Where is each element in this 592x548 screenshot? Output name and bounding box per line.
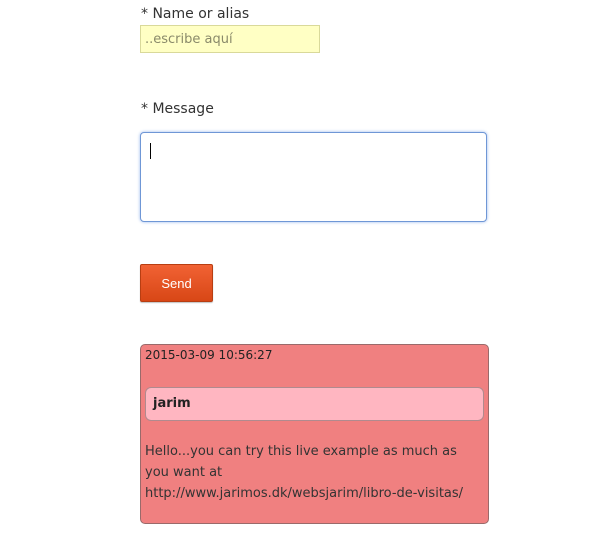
entry-message: Hello...you can try this live example as… [145, 444, 464, 501]
name-input[interactable] [140, 25, 320, 53]
name-label: * Name or alias [141, 6, 250, 22]
message-label: * Message [141, 101, 214, 117]
text-caret [150, 143, 151, 159]
guestbook-entry: 2015-03-09 10:56:27 jarim Hello...you ca… [140, 344, 489, 524]
guestbook-page: * Name or alias * Message Send 2015-03-0… [0, 0, 592, 548]
send-button[interactable]: Send [140, 264, 213, 302]
message-textarea[interactable] [140, 132, 487, 222]
entry-author: jarim [145, 387, 484, 421]
entry-timestamp: 2015-03-09 10:56:27 [145, 348, 273, 362]
